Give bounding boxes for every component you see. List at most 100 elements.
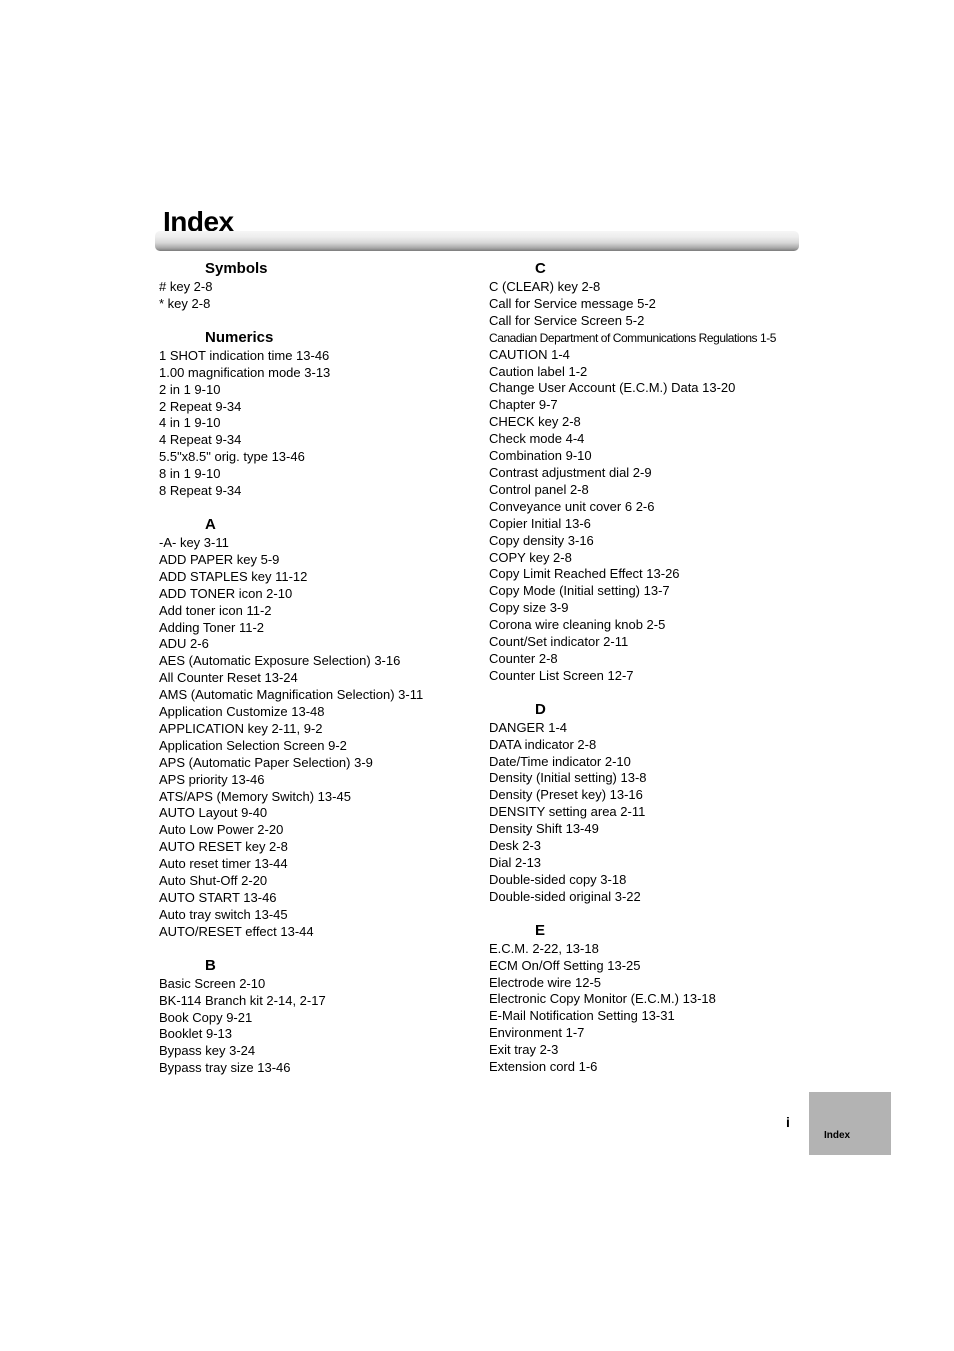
index-entry: ADD STAPLES key 11-12 [159,568,308,584]
index-entry: Caution label 1-2 [489,363,588,379]
index-entry: Double-sided copy 3-18 [489,871,627,887]
index-entry: Adding Toner 11-2 [159,619,265,635]
index-entry: Call for Service message 5-2 [489,295,656,311]
section-heading: Numerics [205,328,274,346]
index-section: B Basic Screen 2-10 BK-114 Branch kit 2-14… [159,956,479,1077]
index-entry: 2 Repeat 9-34 [159,398,242,414]
index-entry: 8 Repeat 9-34 [159,483,242,499]
index-entry: Bypass key 3-24 [159,1043,256,1059]
index-entry: DATA indicator 2-8 [489,736,597,752]
index-entry: Auto reset timer 13-44 [159,856,288,872]
index-entry: ADU 2-6 [159,636,209,652]
index-entry: E-Mail Notification Setting 13-31 [489,1008,675,1024]
index-entry: Double-sided original 3-22 [489,888,641,904]
index-entry: Book Copy 9-21 [159,1009,253,1025]
tab-label: Index [824,1130,851,1141]
index-entry: DANGER 1-4 [489,719,568,735]
index-entry: Change User Account (E.C.M.) Data 13-20 [489,380,736,396]
index-entry: Count/Set indicator 2-11 [489,634,629,650]
index-entry: Call for Service Screen 5-2 [489,312,645,328]
index-entry: AUTO Layout 9-40 [159,805,268,821]
index-entry: Auto Shut-Off 2-20 [159,873,268,889]
index-entry: All Counter Reset 13-24 [159,670,298,686]
index-entry: Application Customize 13-48 [159,704,325,720]
index-entry: Extension cord 1-6 [489,1059,598,1075]
index-entry: 1 SHOT indication time 13-46 [159,347,330,363]
index-entry: Combination 9-10 [489,448,592,464]
index-entry: Copy density 3-16 [489,532,594,548]
index-entry: C (CLEAR) key 2-8 [489,279,601,294]
index-entry: 1.00 magnification mode 3-13 [159,364,331,380]
index-entry: Dial 2-13 [489,855,542,870]
index-entry: E.C.M. 2-22, 13-18 [489,940,599,956]
index-entry: APPLICATION key 2-11, 9-2 [159,720,323,736]
index-entry: ECM On/Off Setting 13-25 [489,957,641,973]
index-thumb-tab: Index [809,1092,891,1155]
index-entry: Density (Initial setting) 13-8 [489,770,647,786]
index-entry: Density (Preset key) 13-16 [489,787,643,803]
index-entry: Chapter 9-7 [489,397,558,413]
index-entry: CAUTION 1-4 [489,346,570,362]
index-entry: Copy size 3-9 [489,600,569,616]
section-heading: B [205,956,216,974]
index-entry: Contrast adjustment dial 2-9 [489,464,652,480]
index-section: Numerics 1 SHOT indication time 13-46 1.00… [159,328,479,500]
section-heading: Symbols [205,260,268,277]
page-number: i [786,1114,790,1130]
index-entry: Booklet 9-13 [159,1026,232,1042]
index-entry: * key 2-8 [159,295,211,311]
index-section: Symbols # key 2-8 * key 2-8 [159,259,479,313]
index-entry: APS (Automatic Paper Selection) 3-9 [159,754,373,770]
index-entry: BK-114 Branch kit 2-14, 2-17 [159,992,326,1008]
index-entry: 4 in 1 9-10 [159,415,221,431]
index-entry: DENSITY setting area 2-11 [489,804,646,820]
section-heading: A [205,515,216,533]
index-entry: ADD TONER icon 2-10 [159,585,293,601]
index-entry: AES (Automatic Exposure Selection) 3-16 [159,653,401,669]
index-entry: Copier Initial 13-6 [489,515,591,531]
index-entry: Counter List Screen 12-7 [489,667,634,683]
index-entry: Exit tray 2-3 [489,1042,559,1058]
index-section: E E.C.M. 2-22, 13-18 ECM On/Off Setting 13… [489,921,809,1076]
index-entry: Electronic Copy Monitor (E.C.M.) 13-18 [489,991,716,1007]
index-entry: Electrode wire 12-5 [489,974,601,990]
index-entry: Add toner icon 11-2 [159,602,272,618]
index-entry: 8 in 1 9-10 [159,466,221,482]
index-column-right: C C (CLEAR) key 2-8 Call for Service messa… [489,259,809,1091]
index-entry: AUTO RESET key 2-8 [159,839,288,855]
index-entry: 5.5"x8.5" orig. type 13-46 [159,449,305,465]
index-entry: CHECK key 2-8 [489,414,581,430]
index-section: D DANGER 1-4 DATA indicator 2-8 Date/Time i… [489,700,809,906]
index-entry: -A- key 3-11 [159,534,229,550]
index-entry: Auto tray switch 13-45 [159,906,288,922]
index-entry: # key 2-8 [159,279,213,294]
index-entry: COPY key 2-8 [489,549,572,565]
index-section: A -A- key 3-11 ADD PAPER key 5-9 ADD STAPLE… [159,515,479,941]
section-heading: E [535,921,546,939]
index-entry: Check mode 4-4 [489,431,585,447]
index-entry: 4 Repeat 9-34 [159,432,242,448]
index-entry: Copy Mode (Initial setting) 13-7 [489,583,670,599]
index-entry: Control panel 2-8 [489,481,589,497]
index-entry: Corona wire cleaning knob 2-5 [489,617,666,633]
index-entry: Auto Low Power 2-20 [159,822,284,838]
index-entry: Counter 2-8 [489,650,558,666]
index-entry: Application Selection Screen 9-2 [159,737,347,753]
index-entry: Desk 2-3 [489,838,542,854]
index-section: C C (CLEAR) key 2-8 Call for Service messa… [489,259,809,685]
index-entry: ATS/APS (Memory Switch) 13-45 [159,788,351,804]
index-entry: Basic Screen 2-10 [159,975,266,991]
index-entry: 2 in 1 9-10 [159,381,221,397]
title-underline-bar [155,231,799,251]
index-entry: AUTO/RESET effect 13-44 [159,923,314,939]
index-entry: Copy Limit Reached Effect 13-26 [489,566,680,582]
index-entry: Conveyance unit cover 6 2-6 [489,498,655,514]
index-entry: Bypass tray size 13-46 [159,1060,291,1076]
index-entry: ADD PAPER key 5-9 [159,551,280,567]
index-entry: Date/Time indicator 2-10 [489,753,631,769]
index-entry: AMS (Automatic Magnification Selection) … [159,687,424,703]
index-entry: APS priority 13-46 [159,771,265,787]
index-entry: Environment 1-7 [489,1025,585,1041]
index-column-left: Symbols # key 2-8 * key 2-8 Numerics 1 SHOT … [159,259,479,1092]
index-entry: Canadian Department of Communications Re… [489,330,776,345]
